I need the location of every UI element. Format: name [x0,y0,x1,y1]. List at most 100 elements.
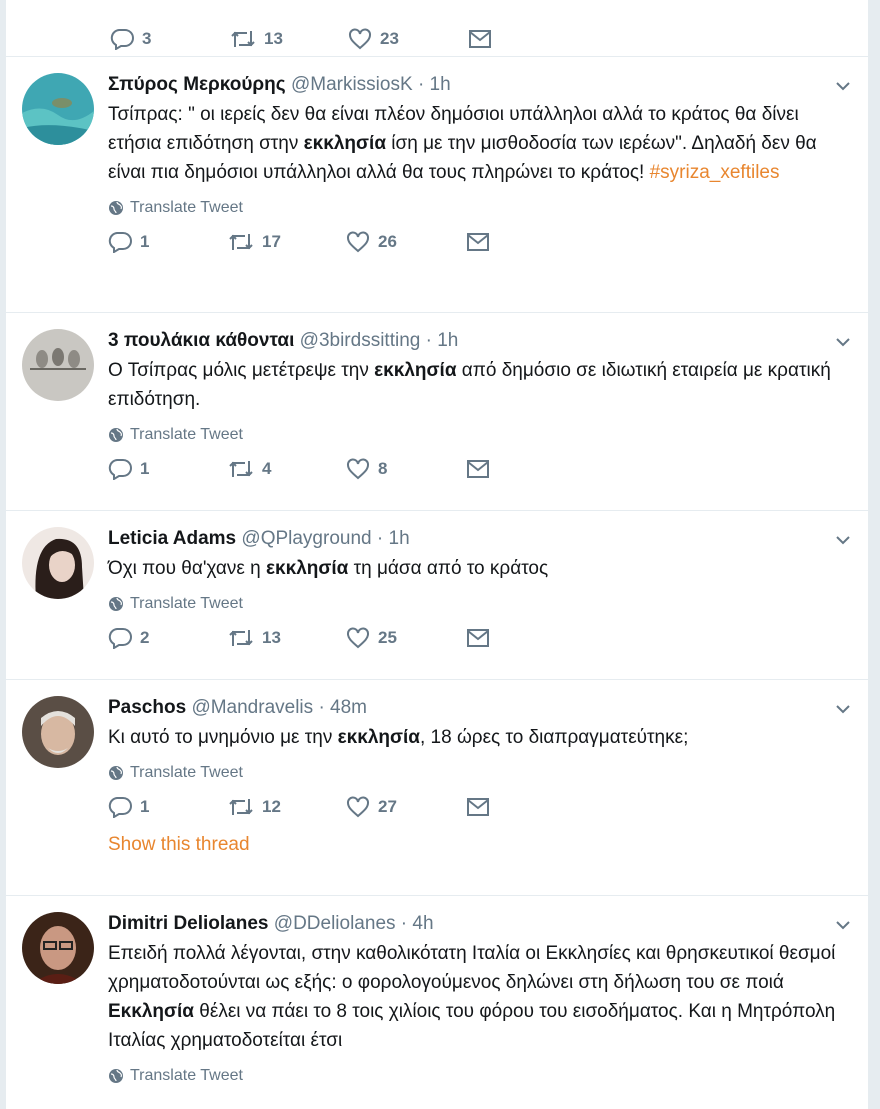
translate-label: Translate Tweet [130,764,243,781]
globe-icon [109,766,123,780]
tweet-text: Όχι που θα'χανε η εκκλησία τη μάσα από τ… [108,554,848,583]
timestamp[interactable]: 1h [437,330,458,351]
reply-button[interactable]: 1 [108,796,228,818]
user-name[interactable]: Paschos [108,697,186,718]
timestamp[interactable]: 48m [330,697,367,718]
timestamp[interactable]: 1h [389,528,410,549]
reply-button[interactable]: 1 [108,231,228,253]
reply-icon [108,459,132,480]
tweet[interactable]: Dimitri Deliolanes @DDeliolanes · 4h Επε… [6,896,868,1109]
text-part: τη μάσα από το κράτος [348,558,549,579]
translate-tweet-link[interactable]: Translate Tweet [108,595,848,613]
like-button[interactable]: 27 [346,796,466,818]
highlighted-keyword: Εκκλησία [108,1001,194,1022]
user-handle[interactable]: @3birdssitting [300,330,421,351]
globe-icon [109,597,123,611]
separator: · [400,913,408,934]
retweet-count: 12 [262,797,281,816]
user-name[interactable]: 3 πουλάκια κάθονται [108,330,294,351]
user-handle[interactable]: @QPlayground [241,528,371,549]
like-count: 8 [378,459,388,478]
chevron-down-icon[interactable] [836,918,850,932]
retweet-button[interactable]: 12 [228,797,346,817]
user-name[interactable]: Dimitri Deliolanes [108,913,269,934]
tweet-body: Paschos @Mandravelis · 48m Κι αυτό το μν… [108,696,848,856]
tweet[interactable]: Leticia Adams @QPlayground · 1h Όχι που … [6,511,868,680]
translate-label: Translate Tweet [130,426,243,443]
avatar[interactable] [22,912,94,984]
like-button[interactable]: 25 [346,627,466,649]
retweet-count: 13 [262,628,281,647]
avatar-image [22,912,94,984]
translate-tweet-link[interactable]: Translate Tweet [108,426,848,444]
envelope-icon [467,460,489,478]
tweet[interactable]: Σπύρος Μερκούρης @MarkissiosK · 1h x Τσί… [6,57,868,313]
avatar-image [22,329,94,401]
retweet-button[interactable]: 13 [228,628,346,648]
globe-icon [109,1069,123,1083]
highlighted-keyword: εκκλησία [265,558,349,579]
show-thread-link[interactable]: Show this thread [108,834,848,856]
timeline: 3 13 23 Σπύρος Μερκούρης @MarkissiosK · … [6,0,868,1109]
reply-count: 1 [140,459,150,478]
retweet-icon [229,630,253,646]
user-handle[interactable]: @DDeliolanes [274,913,396,934]
retweet-button[interactable]: 13 [230,29,348,49]
translate-tweet-link[interactable]: Translate Tweet [108,199,848,217]
dm-button[interactable] [466,232,490,252]
tweet-body-main: x Τσίπρας: " οι ιερείς δεν θα είναι πλέο… [108,73,848,253]
highlighted-keyword: εκκλησία [303,133,386,154]
reply-icon [110,29,134,50]
hashtag-link[interactable]: #syriza_xeftiles [650,162,780,183]
tweet-text: Τσίπρας: " οι ιερείς δεν θα είναι πλέον … [108,100,848,187]
text-part: Όχι που θα'χανε η [108,558,266,579]
chevron-down-icon[interactable] [836,533,850,547]
translate-tweet-link[interactable]: Translate Tweet [108,1067,848,1085]
retweet-icon [229,461,253,477]
like-button[interactable]: 26 [346,231,466,253]
retweet-button[interactable]: 4 [228,459,346,479]
avatar[interactable] [22,527,94,599]
text-part: Κι αυτό το μνημόνιο με την [108,727,338,748]
avatar[interactable] [22,329,94,401]
tweet-text: Ο Τσίπρας μόλις μετέτρεψε την εκκλησία α… [108,356,848,414]
envelope-icon [467,629,489,647]
tweet-header: Dimitri Deliolanes @DDeliolanes · 4h [108,912,848,936]
text-part: θέλει να πάει το 8 τοις χιλίοις του φόρο… [108,1001,836,1051]
tweet-header: Leticia Adams @QPlayground · 1h [108,527,848,551]
reply-button[interactable]: 3 [110,28,230,50]
chevron-down-icon[interactable] [836,702,850,716]
envelope-icon [469,30,491,48]
retweet-count: 17 [262,232,281,251]
dm-button[interactable] [466,628,490,648]
heart-icon [347,458,369,480]
user-name[interactable]: Leticia Adams [108,528,236,549]
timestamp[interactable]: 4h [412,913,433,934]
reply-icon [108,628,132,649]
text-part: , 18 ώρες το διαπραγματεύτηκε; [419,727,689,748]
avatar[interactable] [22,73,94,145]
user-handle[interactable]: @Mandravelis [191,697,313,718]
tweet-header: 3 πουλάκια κάθονται @3birdssitting · 1h [108,329,848,353]
chevron-down-icon[interactable] [836,335,850,349]
heart-icon [347,231,369,253]
dm-button[interactable] [468,29,492,49]
retweet-button[interactable]: 17 [228,232,346,252]
translate-label: Translate Tweet [130,199,243,216]
reply-button[interactable]: 1 [108,458,228,480]
separator: · [425,330,432,351]
tweet[interactable]: 3 πουλάκια κάθονται @3birdssitting · 1h … [6,313,868,511]
retweet-icon [229,799,253,815]
reply-button[interactable]: 2 [108,627,228,649]
like-button[interactable]: 8 [346,458,466,480]
translate-tweet-link[interactable]: Translate Tweet [108,764,848,782]
dm-button[interactable] [466,797,490,817]
translate-label: Translate Tweet [130,1067,243,1084]
like-button[interactable]: 23 [348,28,468,50]
highlighted-keyword: εκκλησία [374,360,457,381]
previous-tweet-actions: 3 13 23 [6,0,868,57]
tweet[interactable]: Paschos @Mandravelis · 48m Κι αυτό το μν… [6,680,868,896]
chevron-down-icon[interactable] [836,79,850,93]
dm-button[interactable] [466,459,490,479]
avatar[interactable] [22,696,94,768]
